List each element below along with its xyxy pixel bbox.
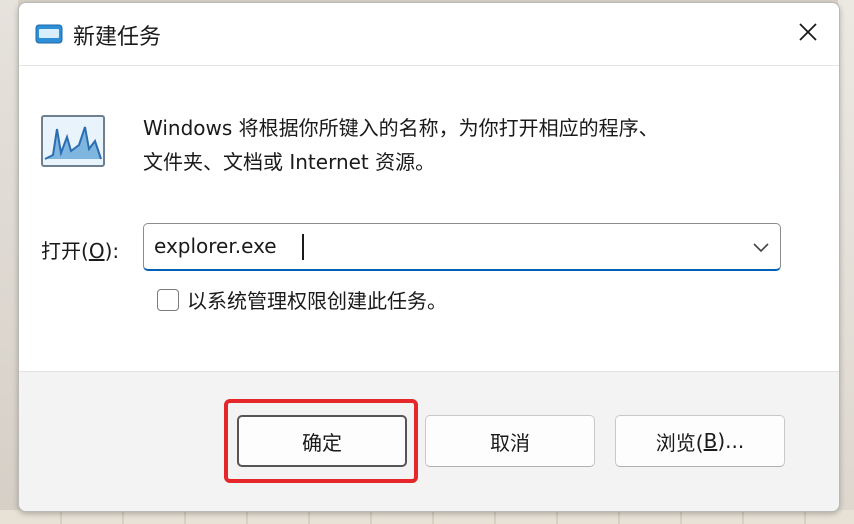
- description-line-1: Windows 将根据你所键入的名称，为你打开相应的程序、: [143, 116, 659, 140]
- open-label-prefix: 打开(: [41, 239, 89, 263]
- create-task-dialog: 新建任务 Windows 将根据你所键入的名称，为你打开相应的程序、 文件夹、文…: [18, 2, 840, 512]
- open-label: 打开(O):: [41, 235, 119, 264]
- description-line-2: 文件夹、文档或 Internet 资源。: [143, 150, 436, 174]
- chevron-down-icon[interactable]: [750, 236, 772, 258]
- admin-checkbox[interactable]: [157, 288, 179, 311]
- admin-checkbox-label[interactable]: 以系统管理权限创建此任务。: [187, 285, 447, 314]
- open-combobox-value[interactable]: explorer.exe: [154, 234, 277, 258]
- close-button[interactable]: [777, 3, 839, 65]
- dialog-description: Windows 将根据你所键入的名称，为你打开相应的程序、 文件夹、文档或 In…: [143, 111, 803, 179]
- background-bottom: [0, 510, 854, 524]
- cancel-button[interactable]: 取消: [425, 415, 595, 467]
- text-cursor: [302, 234, 304, 260]
- close-icon: [797, 21, 819, 47]
- open-label-accesskey: O: [88, 239, 105, 263]
- browse-label-suffix: )...: [717, 429, 745, 453]
- run-dialog-icon: [35, 24, 63, 44]
- dialog-footer: 确定 取消 浏览(B)...: [19, 371, 839, 511]
- browse-label-accesskey: B: [703, 429, 718, 453]
- background-right: [838, 0, 854, 524]
- task-manager-graph-icon: [41, 115, 105, 167]
- title-bar: 新建任务: [19, 3, 839, 66]
- ok-button[interactable]: 确定: [237, 415, 407, 467]
- open-combobox[interactable]: explorer.exe: [143, 223, 781, 271]
- dialog-title: 新建任务: [73, 25, 162, 50]
- browse-button[interactable]: 浏览(B)...: [615, 415, 785, 467]
- open-label-suffix: ):: [104, 239, 120, 263]
- admin-checkbox-row[interactable]: 以系统管理权限创建此任务。: [157, 285, 447, 314]
- background-left: [0, 0, 18, 524]
- browse-label-prefix: 浏览(: [655, 430, 704, 455]
